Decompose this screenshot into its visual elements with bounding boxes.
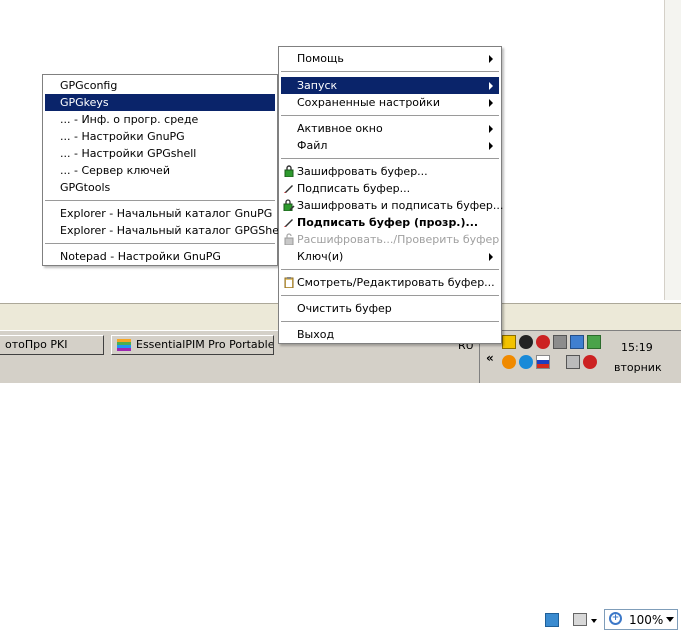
menu-item-file[interactable]: Файл: [281, 137, 499, 154]
menu-separator: [45, 200, 275, 202]
unlock-icon: [284, 233, 294, 245]
menu-item-label: GPGconfig: [60, 79, 118, 92]
menu-item-active-window[interactable]: Активное окно: [281, 120, 499, 137]
lock-pen-icon: [283, 199, 295, 211]
lock-icon: [284, 165, 294, 177]
submenu-arrow-icon: [489, 82, 493, 90]
layout-icon[interactable]: [545, 613, 559, 627]
taskbar-button-essentialpim[interactable]: EssentialPIM Pro Portable: [111, 335, 274, 355]
menu-item-label: ... - Настройки GnuPG: [60, 130, 185, 143]
menu-separator: [281, 295, 499, 297]
menu-item-sign-clipboard[interactable]: Подписать буфер...: [281, 180, 499, 197]
clock-day: вторник: [614, 361, 662, 374]
menu-item-label: GPGtools: [60, 181, 111, 194]
taskbar-button-cryptopro[interactable]: отоПро PKI: [0, 335, 104, 355]
menu-item-view-edit-clipboard[interactable]: Смотреть/Редактировать буфер...: [281, 274, 499, 291]
menu-item-label: ... - Инф. о прогр. среде: [60, 113, 199, 126]
pen-icon: [284, 185, 293, 193]
menu-item-encrypt-clipboard[interactable]: Зашифровать буфер...: [281, 163, 499, 180]
menu-item-label: Подписать буфер (прозр.)...: [297, 216, 479, 229]
menu-item-explorer-gnupg[interactable]: Explorer - Начальный каталог GnuPG: [45, 205, 275, 222]
menu-item-exit[interactable]: Выход: [281, 326, 499, 343]
menu-item-label: Активное окно: [297, 122, 383, 135]
menu-item-label: Зашифровать и подписать буфер...: [297, 199, 504, 212]
menu-item-notepad-gnupg[interactable]: Notepad - Настройки GnuPG: [45, 248, 275, 265]
submenu-arrow-icon: [489, 55, 493, 63]
menu-item-label: Выход: [297, 328, 335, 341]
menu-item-label: Notepad - Настройки GnuPG: [60, 250, 221, 263]
pen-icon: [284, 219, 293, 227]
menu-item-label: ... - Сервер ключей: [60, 164, 170, 177]
essentialpim-icon: [117, 339, 131, 351]
view-mode-icon[interactable]: [573, 613, 587, 626]
menu-item-label: Explorer - Начальный каталог GnuPG: [60, 207, 273, 220]
flame-icon[interactable]: [502, 355, 516, 369]
chevron-down-icon[interactable]: [591, 619, 597, 623]
zoom-icon: +: [609, 612, 622, 625]
system-tray: « 15:19 вторник: [479, 330, 681, 383]
globe-icon[interactable]: [519, 355, 533, 369]
error-icon[interactable]: [583, 355, 597, 369]
menu-separator: [281, 269, 499, 271]
clipboard-icon: [284, 277, 294, 288]
submenu-arrow-icon: [489, 253, 493, 261]
taskbar-button-label: EssentialPIM Pro Portable: [136, 338, 274, 351]
menu-item-label: GPGkeys: [60, 96, 109, 109]
show-hidden-icons-icon[interactable]: «: [486, 351, 494, 365]
submenu-arrow-icon: [489, 99, 493, 107]
menu-item-gpgkeys[interactable]: GPGkeys: [45, 94, 275, 111]
menu-separator: [281, 158, 499, 160]
menu-item-label: Подписать буфер...: [297, 182, 411, 195]
menu-item-explorer-gpgshell[interactable]: Explorer - Начальный каталог GPGShell: [45, 222, 285, 239]
menu-item-label: Очистить буфер: [297, 302, 392, 315]
menu-item-env-info[interactable]: ... - Инф. о прогр. среде: [45, 111, 275, 128]
menu-item-label: Explorer - Начальный каталог GPGShell: [60, 224, 286, 237]
menu-item-gpgshell-settings[interactable]: ... - Настройки GPGshell: [45, 145, 275, 162]
menu-item-gpgtools[interactable]: GPGtools: [45, 179, 275, 196]
menu-item-label: Сохраненные настройки: [297, 96, 440, 109]
menu-item-gpgconfig[interactable]: GPGconfig: [45, 77, 275, 94]
zoom-value: 100%: [629, 613, 664, 627]
menu-item-label: Файл: [297, 139, 328, 152]
submenu-arrow-icon: [489, 125, 493, 133]
menu-separator: [281, 321, 499, 323]
menu-separator: [281, 115, 499, 117]
menu-item-label: Ключ(и): [297, 250, 344, 263]
menu-item-label: Смотреть/Редактировать буфер...: [297, 276, 495, 289]
submenu-arrow-icon: [489, 142, 493, 150]
monitor-icon[interactable]: [570, 335, 584, 349]
menu-item-encrypt-sign-clipboard[interactable]: Зашифровать и подписать буфер...: [281, 197, 503, 214]
lock-icon[interactable]: [502, 335, 516, 349]
vertical-scrollbar[interactable]: [664, 0, 681, 300]
network-icon[interactable]: [553, 335, 567, 349]
tray-context-menu: Помощь Запуск Сохраненные настройки Акти…: [278, 46, 503, 344]
menu-item-label: Расшифровать.../Проверить буфер: [297, 233, 500, 246]
menu-item-decrypt-verify-clipboard: Расшифровать.../Проверить буфер: [281, 231, 499, 248]
menu-item-label: Зашифровать буфер...: [297, 165, 428, 178]
menu-item-clear-clipboard[interactable]: Очистить буфер: [281, 300, 499, 317]
menu-item-label: ... - Настройки GPGshell: [60, 147, 197, 160]
speaker-muted-icon[interactable]: [566, 355, 580, 369]
russian-flag-icon[interactable]: [536, 355, 550, 369]
menu-item-gnupg-settings[interactable]: ... - Настройки GnuPG: [45, 128, 275, 145]
launch-submenu: GPGconfig GPGkeys ... - Инф. о прогр. ср…: [42, 74, 285, 266]
zoom-select[interactable]: + 100%: [604, 609, 678, 630]
menu-separator: [45, 243, 275, 245]
menu-item-keys[interactable]: Ключ(и): [281, 248, 499, 265]
clock-time[interactable]: 15:19: [621, 341, 653, 354]
play-icon[interactable]: [519, 335, 533, 349]
menu-item-label: Помощь: [297, 52, 344, 65]
menu-separator: [281, 71, 499, 73]
menu-item-clearsign-clipboard[interactable]: Подписать буфер (прозр.)...: [281, 214, 499, 231]
menu-item-launch[interactable]: Запуск: [281, 77, 499, 94]
menu-item-help[interactable]: Помощь: [281, 50, 499, 67]
taskbar-button-label: отоПро PKI: [5, 338, 68, 351]
stop-icon[interactable]: [536, 335, 550, 349]
menu-item-label: Запуск: [297, 79, 338, 92]
chevron-down-icon[interactable]: [666, 617, 674, 622]
refresh-icon[interactable]: [587, 335, 601, 349]
menu-item-key-server[interactable]: ... - Сервер ключей: [45, 162, 275, 179]
menu-item-saved-settings[interactable]: Сохраненные настройки: [281, 94, 499, 111]
